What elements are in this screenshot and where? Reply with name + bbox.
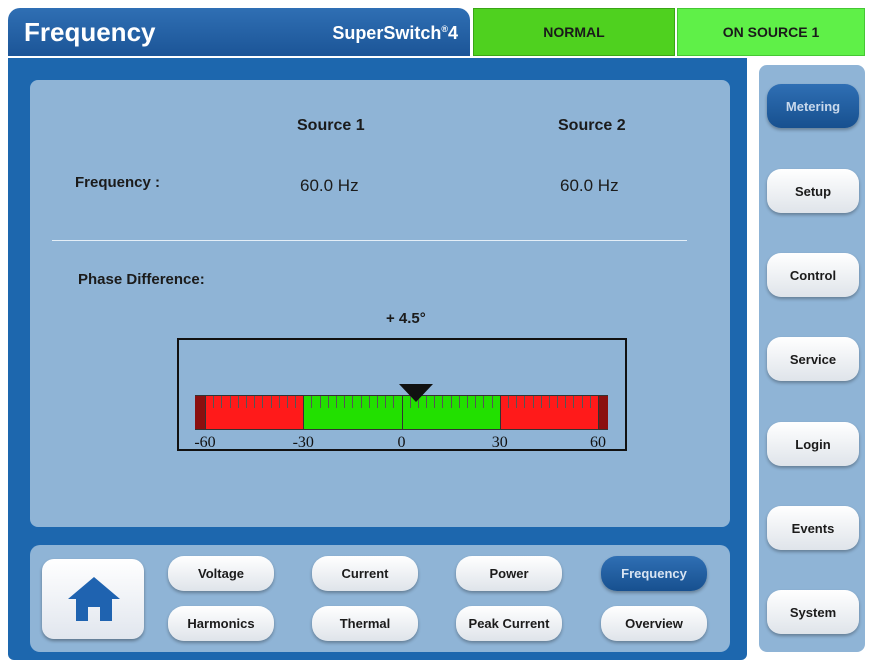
gauge-scale-label: 60 — [590, 434, 606, 451]
gauge-minor-tick — [434, 396, 436, 408]
gauge-minor-tick — [573, 396, 575, 408]
gauge-major-tick — [499, 396, 501, 429]
gauge-minor-tick — [458, 396, 460, 408]
home-button[interactable] — [42, 559, 144, 639]
gauge-minor-tick — [327, 396, 329, 408]
brand-registered-mark: ® — [441, 24, 448, 34]
gauge-minor-tick — [295, 396, 297, 408]
gauge-major-tick — [205, 396, 206, 429]
gauge-minor-tick — [344, 396, 346, 408]
nav-overview-button[interactable]: Overview — [601, 606, 707, 641]
gauge-minor-tick — [213, 396, 215, 408]
gauge-minor-tick — [270, 396, 272, 408]
side-service-button[interactable]: Service — [767, 337, 859, 381]
phase-difference-value: + 4.5° — [386, 310, 426, 327]
gauge-minor-tick — [376, 396, 378, 408]
nav-current-button[interactable]: Current — [312, 556, 418, 591]
gauge-minor-tick — [245, 396, 247, 408]
source1-header: Source 1 — [297, 117, 365, 134]
nav-frequency-button[interactable]: Frequency — [601, 556, 707, 591]
gauge-minor-tick — [475, 396, 477, 408]
bottom-nav: Voltage Current Power Frequency Harmonic… — [30, 545, 730, 652]
mode-status-indicator: NORMAL — [473, 8, 675, 56]
gauge-minor-tick — [565, 396, 567, 408]
side-setup-button[interactable]: Setup — [767, 169, 859, 213]
nav-power-button[interactable]: Power — [456, 556, 562, 591]
brand-number: 4 — [447, 23, 458, 43]
gauge-minor-tick — [352, 396, 354, 408]
gauge-minor-tick — [548, 396, 550, 408]
gauge-scale-label: -60 — [194, 434, 216, 451]
gauge-scale-label: 30 — [491, 434, 508, 451]
gauge-minor-tick — [581, 396, 583, 408]
gauge-minor-tick — [368, 396, 370, 408]
gauge-minor-tick — [360, 396, 362, 408]
gauge-minor-tick — [221, 396, 223, 408]
side-system-button[interactable]: System — [767, 590, 859, 634]
gauge-minor-tick — [442, 396, 444, 408]
gauge-minor-tick — [311, 396, 313, 408]
metering-panel: Source 1 Source 2 Frequency : 60.0 Hz 60… — [30, 80, 730, 527]
gauge-minor-tick — [467, 396, 468, 408]
side-login-button[interactable]: Login — [767, 422, 859, 466]
gauge-minor-tick — [237, 396, 239, 408]
gauge-minor-tick — [483, 396, 485, 408]
home-icon — [68, 577, 120, 621]
gauge-minor-tick — [507, 396, 509, 408]
source2-frequency-value: 60.0 Hz — [560, 176, 619, 195]
title-bar: Frequency SuperSwitch®4 — [8, 8, 470, 56]
source1-frequency-value: 60.0 Hz — [300, 176, 359, 195]
gauge-major-tick — [598, 396, 599, 429]
gauge-minor-tick — [524, 396, 526, 408]
gauge-minor-tick — [589, 396, 591, 408]
gauge-minor-tick — [262, 396, 264, 408]
gauge-minor-tick — [532, 396, 534, 408]
gauge-scale-label: 0 — [397, 434, 406, 451]
source-status-indicator: ON SOURCE 1 — [677, 8, 865, 56]
gauge-minor-tick — [254, 396, 256, 408]
product-logo: SuperSwitch®4 — [332, 23, 458, 44]
nav-peak-current-button[interactable]: Peak Current — [456, 606, 562, 641]
gauge-end-left — [195, 396, 205, 429]
gauge-minor-tick — [540, 396, 542, 408]
gauge-end-right — [598, 396, 608, 429]
gauge-minor-tick — [491, 396, 493, 408]
gauge-minor-tick — [229, 396, 231, 408]
gauge-minor-tick — [385, 396, 387, 408]
side-events-button[interactable]: Events — [767, 506, 859, 550]
gauge-minor-tick — [516, 396, 518, 408]
side-metering-button[interactable]: Metering — [767, 84, 859, 128]
side-control-button[interactable]: Control — [767, 253, 859, 297]
section-divider — [52, 240, 687, 241]
nav-thermal-button[interactable]: Thermal — [312, 606, 418, 641]
brand-name: SuperSwitch — [332, 23, 442, 43]
gauge-minor-tick — [336, 396, 337, 408]
side-nav: Metering Setup Control Service Login Eve… — [759, 65, 865, 652]
gauge-minor-tick — [286, 396, 288, 408]
gauge-major-tick — [303, 396, 305, 429]
gauge-minor-tick — [557, 396, 559, 408]
phase-difference-label: Phase Difference: — [78, 271, 205, 288]
gauge-minor-tick — [450, 396, 452, 408]
gauge-pointer — [399, 384, 434, 402]
phase-gauge: -60 -30 0 30 60 — [177, 338, 627, 451]
source2-header: Source 2 — [558, 117, 626, 134]
frequency-label: Frequency : — [75, 174, 161, 191]
gauge-scale-label: -30 — [292, 434, 314, 451]
gauge-minor-tick — [393, 396, 395, 408]
nav-voltage-button[interactable]: Voltage — [168, 556, 274, 591]
page-title: Frequency — [24, 17, 156, 47]
nav-harmonics-button[interactable]: Harmonics — [168, 606, 274, 641]
gauge-minor-tick — [278, 396, 280, 408]
gauge-minor-tick — [319, 396, 321, 408]
